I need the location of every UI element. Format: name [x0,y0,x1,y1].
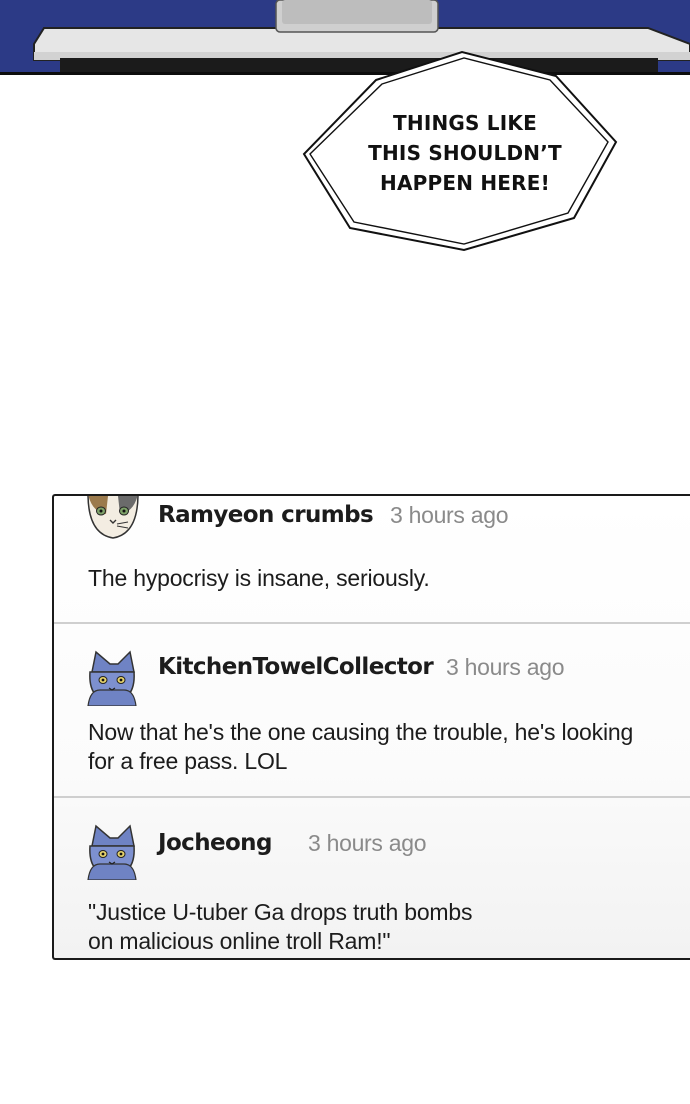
speech-bubble-text: THINGS LIKE THIS SHOULDN’T HAPPEN HERE! [330,108,600,198]
comment-text: The hypocrisy is insane, seriously. [88,564,688,593]
comment-text-line: Now that he's the one causing the troubl… [88,719,634,745]
comment-text-line: for a free pass. LOL [88,748,288,774]
comment-timestamp: 3 hours ago [446,654,565,680]
comment-text: Now that he's the one causing the troubl… [88,718,688,776]
comment-item: Ramyeon crumbs 3 hours ago The hypocrisy… [54,496,690,624]
comment-timestamp: 3 hours ago [390,502,509,528]
comment-item: KitchenTowelCollector 3 hours ago Now th… [54,624,690,798]
bubble-line: THIS SHOULDN’T [368,141,562,165]
comment-username: Jocheong [158,830,272,856]
bubble-line: THINGS LIKE [393,111,537,135]
comment-panel: Ramyeon crumbs 3 hours ago The hypocrisy… [52,494,690,960]
comment-text-line: "Justice U-tuber Ga drops truth bombs [88,899,473,925]
blue-cat-avatar-icon [87,650,137,706]
bubble-line: HAPPEN HERE! [380,171,550,195]
comment-username: KitchenTowelCollector [158,654,434,680]
comment-text-line: on malicious online troll Ram!" [88,928,391,954]
comment-username: Ramyeon crumbs [158,502,374,528]
comment-text-line: The hypocrisy is insane, seriously. [88,565,430,591]
blue-cat-avatar-icon [87,824,137,880]
comment-item: Jocheong 3 hours ago "Justice U-tuber Ga… [54,798,690,958]
calico-cat-avatar-icon [87,496,139,539]
comment-text: "Justice U-tuber Ga drops truth bombs on… [88,898,688,956]
comment-timestamp: 3 hours ago [308,830,427,856]
